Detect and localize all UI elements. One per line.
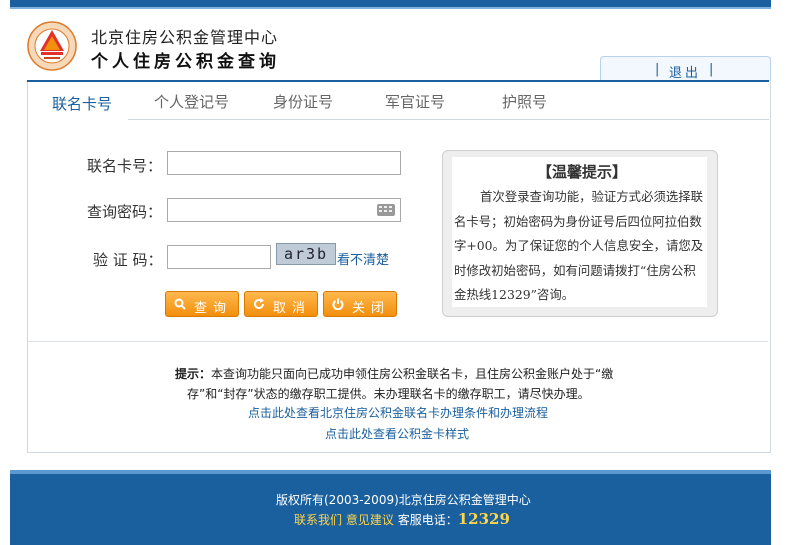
cancel-button[interactable]: 取消	[244, 291, 318, 317]
password-label: 查询密码：	[87, 203, 163, 221]
query-button-label: 查询	[194, 301, 233, 316]
tab-underline	[128, 119, 769, 120]
power-icon	[332, 298, 344, 310]
feedback-link[interactable]: 意见建议	[346, 513, 394, 527]
copyright-text: 版权所有(2003-2009)北京住房公积金管理中心	[276, 493, 531, 507]
password-input[interactable]	[167, 198, 401, 222]
refresh-icon	[254, 298, 264, 309]
search-icon	[174, 298, 186, 310]
top-bar-accent	[10, 7, 771, 9]
hotline-label: 客服电话：	[397, 513, 458, 527]
top-bar	[10, 0, 771, 7]
close-button-label: 关闭	[352, 301, 391, 316]
card-number-label: 联名卡号：	[87, 157, 163, 175]
captcha-refresh-link[interactable]: 看不清楚	[337, 249, 389, 268]
logout-separator: |	[655, 62, 660, 77]
notice-text: 提示：本查询功能只面向已成功申领住房公积金联名卡，且住房公积金账户处于“缴 存”…	[175, 364, 635, 404]
page-title: 个人住房公积金查询	[91, 52, 280, 72]
tip-body: 首次登录查询功能，验证方式必须选择联名卡号；初始密码为身份证号后四位阿拉伯数字+…	[454, 189, 704, 302]
card-sample-link[interactable]: 点击此处查看公积金卡样式	[325, 425, 469, 442]
keyboard-icon[interactable]	[377, 204, 395, 216]
card-number-input[interactable]	[167, 151, 401, 175]
logout-tab: | 退出 |	[600, 56, 771, 81]
notice-prefix: 提示：	[175, 367, 212, 381]
captcha-input[interactable]	[167, 245, 271, 269]
tab-personal-reg-number[interactable]: 个人登记号	[154, 91, 229, 112]
divider	[28, 341, 768, 342]
tab-card-number[interactable]: 联名卡号	[52, 93, 112, 114]
captcha-image[interactable]: ar3b	[276, 243, 336, 265]
contact-us-link[interactable]: 联系我们	[294, 513, 342, 527]
notice-line1: 本查询功能只面向已成功申领住房公积金联名卡，且住房公积金账户处于“缴	[211, 367, 614, 381]
query-button[interactable]: 查询	[165, 291, 239, 317]
notice-line2: 存”和“封存”状态的缴存职工提供。未办理联名卡的缴存职工，请尽快办理。	[187, 387, 590, 401]
cancel-button-label: 取消	[273, 301, 312, 316]
captcha-label: 验 证 码：	[93, 251, 163, 269]
tab-passport[interactable]: 护照号	[502, 91, 547, 112]
tab-id-number[interactable]: 身份证号	[273, 91, 333, 112]
org-title: 北京住房公积金管理中心	[91, 28, 279, 47]
tip-title: 【温馨提示】	[537, 163, 628, 181]
hotline-number: 12329	[457, 510, 510, 528]
logout-separator-right: |	[709, 62, 714, 77]
tab-officer-id[interactable]: 军官证号	[385, 91, 445, 112]
logout-link[interactable]: 退出	[669, 62, 701, 81]
close-button[interactable]: 关闭	[323, 291, 397, 317]
card-conditions-link[interactable]: 点击此处查看北京住房公积金联名卡办理条件和办理流程	[248, 404, 548, 421]
logo-icon	[27, 21, 77, 71]
footer-contact-row: 联系我们 意见建议 客服电话：12329	[294, 510, 510, 528]
